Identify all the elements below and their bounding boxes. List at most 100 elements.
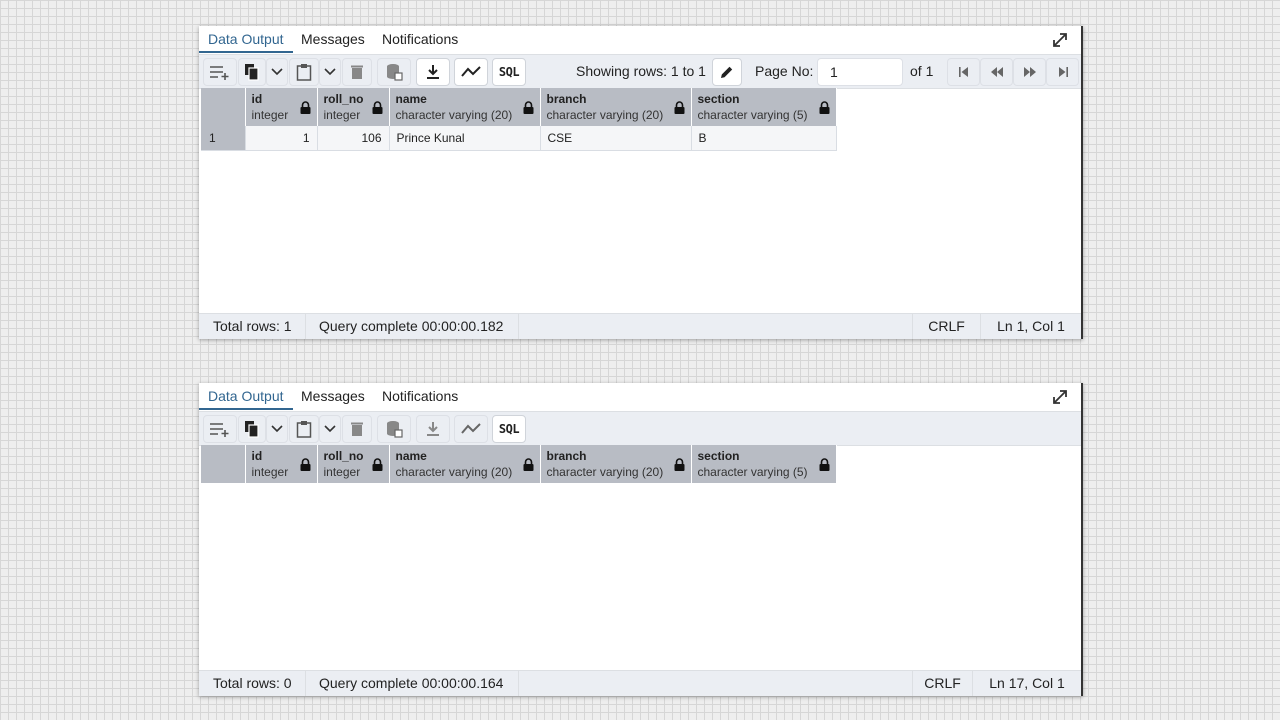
column-header-id[interactable]: id integer [245,445,318,483]
delete-icon [350,64,364,80]
copy-button[interactable] [238,58,266,86]
sql-label: SQL [498,422,520,436]
save-data-button[interactable] [377,415,411,443]
cell-roll-no[interactable]: 106 [317,126,390,151]
column-header-roll-no[interactable]: roll_no integer [317,445,390,483]
column-name: section [697,448,740,463]
result-grid: id integer roll_no integer name characte… [201,445,837,483]
download-icon [426,421,440,437]
copy-button[interactable] [238,415,266,443]
paste-options-button[interactable] [319,415,341,443]
chevron-down-icon [271,425,283,433]
lock-icon [372,458,383,474]
cell-name[interactable]: Prince Kunal [389,126,541,151]
column-header-id[interactable]: id integer [245,88,318,126]
data-toolbar: SQL [199,412,1081,446]
cell-section[interactable]: B [691,126,837,151]
tab-data-output[interactable]: Data Output [199,26,293,53]
paste-icon [296,420,312,438]
row-number[interactable]: 1 [201,126,246,151]
previous-page-icon [990,67,1004,77]
query-result-panel-2: Data Output Messages Notifications SQL i… [199,383,1083,696]
lock-icon [674,458,685,474]
edit-rows-button[interactable] [712,58,742,86]
lock-icon [300,458,311,474]
chevron-down-icon [324,68,336,76]
tab-messages[interactable]: Messages [292,26,374,53]
line-ending-status: CRLF [912,671,972,696]
copy-options-button[interactable] [266,415,288,443]
download-button[interactable] [416,58,450,86]
previous-page-button[interactable] [980,58,1013,86]
tab-notifications[interactable]: Notifications [373,26,467,53]
lock-icon [372,101,383,117]
table-row[interactable]: 1 1 106 Prince Kunal CSE B [201,126,837,151]
sql-button[interactable]: SQL [492,415,526,443]
chevron-down-icon [271,68,283,76]
query-status: Query complete 00:00:00.182 [306,314,519,339]
copy-options-button[interactable] [266,58,288,86]
copy-icon [244,420,260,438]
column-header-section[interactable]: section character varying (5) [691,88,837,126]
last-page-button[interactable] [1046,58,1079,86]
column-header-branch[interactable]: branch character varying (20) [540,88,692,126]
tab-messages[interactable]: Messages [292,383,374,410]
sql-button[interactable]: SQL [492,58,526,86]
column-header-name[interactable]: name character varying (20) [389,445,541,483]
paste-button[interactable] [289,58,319,86]
download-button[interactable] [416,415,450,443]
page-number-input[interactable] [817,58,903,86]
page-of-label: of 1 [910,63,934,79]
column-header-name[interactable]: name character varying (20) [389,88,541,126]
save-data-button[interactable] [377,58,411,86]
add-row-button[interactable] [203,415,237,443]
next-page-button[interactable] [1013,58,1046,86]
graph-icon [461,423,481,435]
delete-button[interactable] [342,415,372,443]
tab-notifications[interactable]: Notifications [373,383,467,410]
status-bar: Total rows: 1 Query complete 00:00:00.18… [199,313,1081,339]
next-page-icon [1023,67,1037,77]
chevron-down-icon [324,425,336,433]
lock-icon [300,101,311,117]
column-name: name [395,91,427,106]
column-name: branch [546,448,587,463]
tab-data-output[interactable]: Data Output [199,383,293,410]
graph-visualiser-button[interactable] [454,415,488,443]
column-type: character varying (5) [697,107,808,122]
column-name: branch [546,91,587,106]
total-rows-status: Total rows: 1 [199,314,306,339]
expand-icon[interactable] [1051,388,1069,406]
grid-corner[interactable] [201,88,246,126]
paste-button[interactable] [289,415,319,443]
lock-icon [819,458,830,474]
column-header-section[interactable]: section character varying (5) [691,445,837,483]
delete-button[interactable] [342,58,372,86]
cell-branch[interactable]: CSE [540,126,692,151]
result-grid: id integer roll_no integer name characte… [201,88,837,151]
column-type: character varying (20) [395,464,513,479]
column-name: name [395,448,427,463]
result-tabs: Data Output Messages Notifications [199,383,1081,412]
grid-corner[interactable] [201,445,246,483]
save-data-icon [385,63,403,81]
cursor-position-status: Ln 1, Col 1 [980,314,1081,339]
expand-icon[interactable] [1051,31,1069,49]
column-header-roll-no[interactable]: roll_no integer [317,88,390,126]
column-header-branch[interactable]: branch character varying (20) [540,445,692,483]
status-bar: Total rows: 0 Query complete 00:00:00.16… [199,670,1081,696]
graph-icon [461,66,481,78]
first-page-button[interactable] [947,58,980,86]
sql-label: SQL [498,65,520,79]
paste-options-button[interactable] [319,58,341,86]
lock-icon [819,101,830,117]
copy-icon [244,63,260,81]
cell-id[interactable]: 1 [245,126,318,151]
result-tabs: Data Output Messages Notifications [199,26,1081,55]
query-status: Query complete 00:00:00.164 [306,671,519,696]
graph-visualiser-button[interactable] [454,58,488,86]
column-type: character varying (20) [546,464,664,479]
last-page-icon [1057,67,1069,77]
add-row-button[interactable] [203,58,237,86]
cursor-position-status: Ln 17, Col 1 [972,671,1081,696]
